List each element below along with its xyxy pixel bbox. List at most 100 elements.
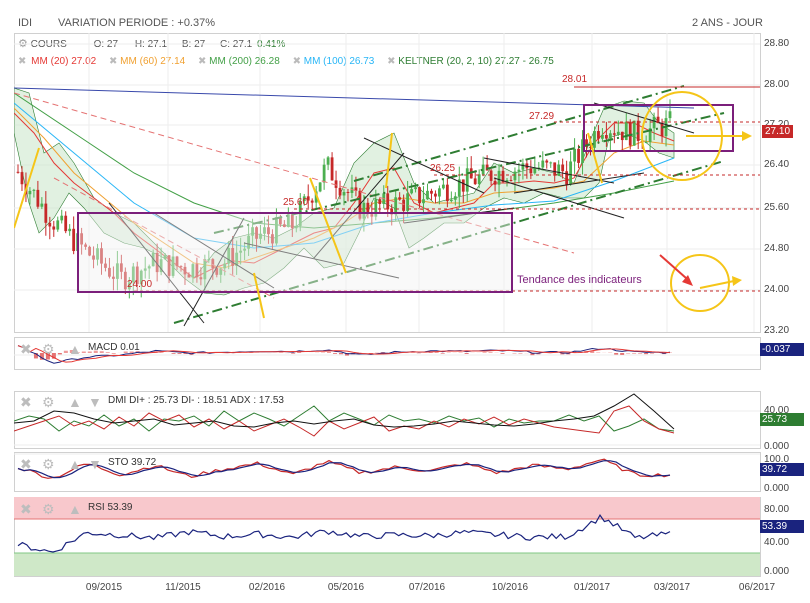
candle-body: [334, 180, 338, 188]
candle-body: [465, 168, 469, 192]
sto-last-value: 39.72: [760, 463, 804, 476]
candle-body: [430, 190, 433, 194]
macd-bar: [81, 351, 86, 353]
candle-body: [513, 171, 517, 181]
candle-body: [533, 167, 537, 174]
candle-body: [593, 131, 596, 148]
candle-body: [410, 189, 413, 194]
candle-body: [52, 226, 56, 230]
candle-body: [553, 162, 557, 176]
candle-body: [441, 184, 445, 189]
candle-body: [378, 199, 382, 205]
arrow-down-icon[interactable]: ▼: [88, 395, 102, 409]
candle-body: [561, 164, 565, 172]
candle-body: [68, 228, 72, 232]
candle-body: [601, 135, 604, 139]
macd-bar: [650, 353, 655, 354]
candle-body: [422, 199, 425, 204]
macd-bar: [177, 353, 182, 354]
close-icon[interactable]: ✖: [20, 395, 32, 409]
period-label[interactable]: 2 ANS - JOUR: [692, 17, 763, 29]
macd-last-value: -0.037: [760, 343, 804, 356]
rsi-tick: 80.00: [764, 504, 790, 515]
candle-body: [628, 121, 632, 146]
close-icon[interactable]: ✖: [20, 342, 32, 356]
macd-bar: [644, 353, 649, 355]
arrow-down-icon[interactable]: ▼: [88, 457, 102, 471]
x-tick: 10/2016: [491, 582, 529, 593]
macd-bar: [159, 352, 164, 353]
macd-bar: [434, 352, 439, 353]
candle-body: [449, 199, 453, 202]
candle-body: [414, 187, 417, 190]
candle-body: [322, 164, 326, 183]
candle-body: [529, 168, 533, 174]
macd-bar: [638, 353, 643, 354]
macd-bar: [482, 352, 487, 353]
last-price-tag: 27.10: [762, 125, 794, 138]
x-tick: 02/2016: [248, 582, 286, 593]
candle-body: [20, 172, 24, 185]
candle-body: [338, 187, 342, 196]
candle-body: [521, 163, 525, 170]
candle-body: [40, 203, 44, 207]
dmi-tick: 0.000: [764, 441, 790, 452]
macd-bar: [339, 353, 344, 355]
candle-body: [36, 189, 40, 207]
rsi-line: [17, 513, 671, 553]
close-icon[interactable]: ✖: [20, 502, 32, 516]
candle-body: [557, 164, 561, 176]
candle-body: [453, 196, 457, 200]
candle-body: [28, 190, 32, 195]
arrow-up-icon[interactable]: ▲: [68, 457, 82, 471]
candle-body: [16, 171, 20, 173]
candle-body: [434, 193, 437, 197]
close-icon[interactable]: ✖: [20, 457, 32, 471]
rsi-label: RSI 53.39: [88, 502, 133, 513]
candle-body: [517, 169, 521, 172]
macd-bar: [440, 353, 445, 354]
variation-label: VARIATION PERIODE : +0.37%: [58, 17, 216, 29]
x-tick: 07/2016: [408, 582, 446, 593]
gear-icon[interactable]: ⚙: [42, 502, 55, 516]
candle-body: [489, 170, 493, 181]
price-tick: 28.00: [764, 79, 790, 90]
candle-body: [660, 123, 664, 137]
dmi-label: DMI DI+ : 25.73 DI- : 18.51 ADX : 17.53: [108, 395, 284, 406]
x-tick: 01/2017: [573, 582, 611, 593]
symbol-label: IDI: [18, 17, 33, 29]
price-tick: 28.80: [764, 38, 790, 49]
macd-bar: [632, 353, 637, 354]
candle-body: [577, 148, 580, 163]
trend-text: Tendance des indicateurs: [517, 274, 642, 286]
price-tick: 23.20: [764, 325, 790, 336]
candle-body: [60, 215, 64, 221]
candle-body: [473, 178, 477, 185]
candle-body: [330, 157, 334, 181]
price-tick: 24.00: [764, 284, 790, 295]
candle-body: [48, 222, 52, 227]
candle-body: [438, 188, 441, 197]
candle-body: [461, 179, 465, 192]
x-tick: 09/2015: [85, 582, 123, 593]
gear-icon[interactable]: ⚙: [42, 457, 55, 471]
level-28-label: 28.01: [562, 74, 588, 85]
candle-body: [318, 182, 322, 192]
price-tick: 25.60: [764, 202, 790, 213]
arrow-up-icon[interactable]: ▲: [68, 342, 82, 356]
candle-body: [616, 131, 620, 135]
arrow-up-icon[interactable]: ▲: [68, 395, 82, 409]
candle-body: [72, 228, 76, 252]
macd-label: MACD 0.01: [88, 342, 140, 353]
gear-icon[interactable]: ⚙: [42, 342, 55, 356]
price-chart[interactable]: [14, 33, 760, 332]
gear-icon[interactable]: ⚙: [42, 395, 55, 409]
candle-body: [509, 179, 513, 181]
macd-bar: [614, 353, 619, 355]
candle-body: [632, 120, 636, 146]
rsi-last-value: 53.39: [760, 520, 804, 533]
price-tick: 26.40: [764, 159, 790, 170]
candle-body: [326, 157, 330, 165]
candle-body: [342, 191, 346, 196]
arrow-up-icon[interactable]: ▲: [68, 502, 82, 516]
